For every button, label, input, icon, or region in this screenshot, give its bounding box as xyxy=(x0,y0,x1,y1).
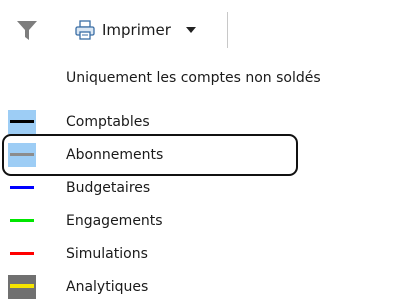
funnel-icon xyxy=(17,21,37,40)
line-color-icon xyxy=(10,219,34,222)
line-color-icon xyxy=(10,120,34,123)
check-swatch xyxy=(8,176,36,200)
caret-down-icon[interactable] xyxy=(185,24,197,36)
print-button[interactable]: Imprimer xyxy=(74,14,224,46)
check-swatch xyxy=(8,242,36,266)
check-swatch xyxy=(8,110,36,134)
toolbar: Imprimer xyxy=(0,0,396,56)
menu-item-label: Analytiques xyxy=(66,279,149,295)
check-swatch xyxy=(8,209,36,233)
toolbar-separator xyxy=(227,12,228,48)
menu-item-unsettled-only[interactable]: Uniquement les comptes non soldés xyxy=(0,62,396,95)
menu-item-budgetaires[interactable]: Budgetaires xyxy=(0,172,396,205)
menu-item-label: Simulations xyxy=(66,246,148,262)
print-dropdown-menu: Uniquement les comptes non soldés Compta… xyxy=(0,56,396,306)
menu-item-engagements[interactable]: Engagements xyxy=(0,205,396,238)
menu-item-label: Budgetaires xyxy=(66,180,151,196)
menu-item-simulations[interactable]: Simulations xyxy=(0,238,396,271)
menu-item-label: Comptables xyxy=(66,114,150,130)
line-color-icon xyxy=(10,284,34,288)
menu-item-label: Uniquement les comptes non soldés xyxy=(66,70,321,86)
line-color-icon xyxy=(10,186,34,189)
filter-button[interactable] xyxy=(14,17,40,43)
check-swatch xyxy=(8,275,36,299)
menu-item-analytiques[interactable]: Analytiques xyxy=(0,271,396,304)
highlight-annotation xyxy=(2,134,298,176)
menu-item-label: Engagements xyxy=(66,213,163,229)
print-label: Imprimer xyxy=(102,21,171,39)
line-color-icon xyxy=(10,252,34,255)
printer-icon xyxy=(75,20,95,40)
